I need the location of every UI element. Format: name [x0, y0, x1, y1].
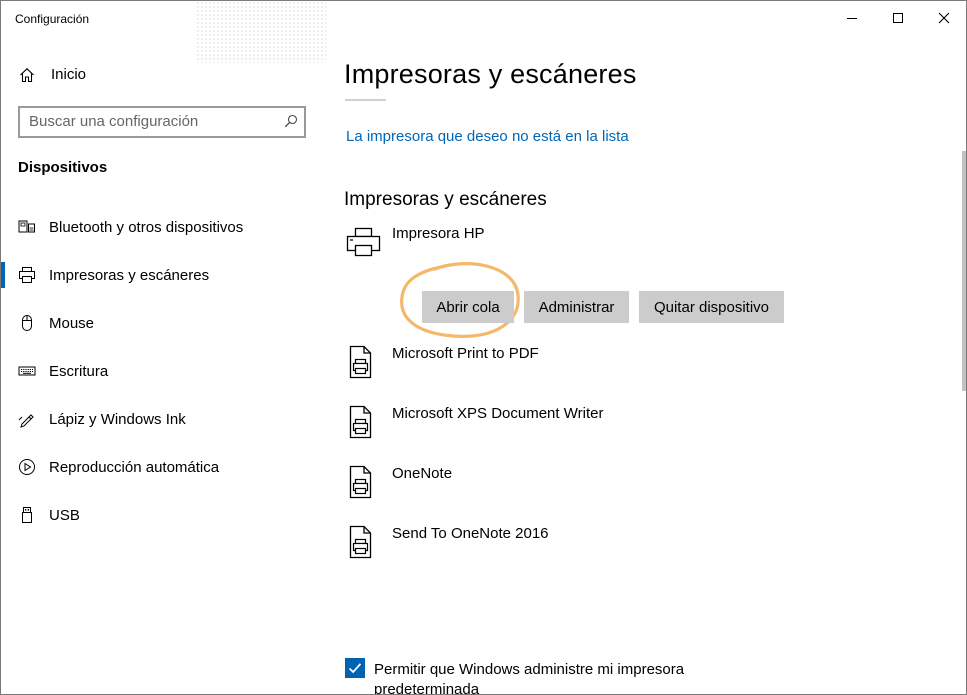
document-printer-icon — [344, 345, 384, 385]
sidebar-item-pen[interactable]: Lápiz y Windows Ink — [1, 397, 326, 441]
printer-name: Microsoft Print to PDF — [392, 345, 539, 362]
maximize-icon — [893, 13, 903, 23]
sidebar-item-printers[interactable]: Impresoras y escáneres — [1, 253, 326, 297]
default-printer-label: Permitir que Windows administre mi impre… — [374, 661, 685, 695]
title-bar[interactable]: Configuración — [1, 1, 966, 63]
printer-name: Impresora HP — [392, 225, 485, 242]
sidebar-item-label: Bluetooth y otros dispositivos — [49, 218, 244, 236]
sidebar-item-label: Reproducción automática — [49, 458, 220, 476]
keyboard-icon — [18, 362, 36, 380]
sidebar-item-bluetooth[interactable]: Bluetooth y otros dispositivos — [1, 205, 326, 249]
bluetooth-devices-icon — [18, 218, 36, 236]
sidebar-item-label: Impresoras y escáneres — [49, 266, 210, 284]
scrollbar[interactable] — [962, 151, 966, 391]
search-box[interactable] — [18, 106, 306, 138]
home-nav-item[interactable]: Inicio — [19, 66, 86, 83]
printer-icon — [344, 225, 384, 265]
title-underline — [345, 99, 386, 101]
sidebar-item-usb[interactable]: USB — [1, 493, 326, 537]
sidebar: Inicio Dispositivos Bluetooth y otros di… — [1, 37, 326, 694]
printer-name: Microsoft XPS Document Writer — [392, 405, 604, 422]
sidebar-item-typing[interactable]: Escritura — [1, 349, 326, 393]
document-printer-icon — [344, 405, 384, 445]
sidebar-item-label: USB — [49, 506, 80, 524]
home-icon — [20, 67, 34, 82]
settings-window: Configuración Inicio Dispositivos — [0, 0, 967, 695]
checkmark-icon — [348, 663, 362, 674]
close-icon — [938, 12, 950, 24]
close-button[interactable] — [921, 1, 966, 35]
sidebar-item-autoplay[interactable]: Reproducción automática — [1, 445, 326, 489]
sidebar-item-label: Mouse — [49, 314, 95, 332]
autoplay-icon — [18, 458, 36, 476]
sidebar-item-mouse[interactable]: Mouse — [1, 301, 326, 345]
search-icon[interactable] — [284, 114, 298, 133]
printer-name: OneNote — [392, 465, 453, 482]
printer-name: Send To OneNote 2016 — [392, 525, 549, 542]
page-title: Impresoras y escáneres — [344, 59, 637, 89]
document-printer-icon — [344, 525, 384, 565]
sidebar-section-title: Dispositivos — [18, 159, 108, 176]
pen-icon — [18, 410, 36, 428]
usb-icon — [18, 506, 36, 524]
search-input[interactable] — [29, 113, 279, 130]
app-title: Configuración — [15, 12, 90, 26]
minimize-icon — [847, 18, 857, 19]
printers-section-title: Impresoras y escáneres — [344, 189, 547, 210]
missing-printer-link[interactable]: La impresora que deseo no está en la lis… — [346, 128, 629, 145]
document-printer-icon — [344, 465, 384, 505]
sidebar-item-label: Lápiz y Windows Ink — [49, 410, 186, 428]
mouse-icon — [18, 314, 36, 332]
default-printer-checkbox[interactable] — [345, 658, 365, 678]
open-queue-button[interactable]: Abrir cola — [422, 291, 514, 323]
remove-device-button[interactable]: Quitar dispositivo — [639, 291, 784, 323]
manage-button[interactable]: Administrar — [524, 291, 629, 323]
maximize-button[interactable] — [875, 1, 921, 35]
sidebar-item-label: Escritura — [49, 362, 109, 380]
printer-icon — [18, 266, 36, 284]
minimize-button[interactable] — [829, 1, 875, 35]
home-label: Inicio — [51, 66, 87, 83]
